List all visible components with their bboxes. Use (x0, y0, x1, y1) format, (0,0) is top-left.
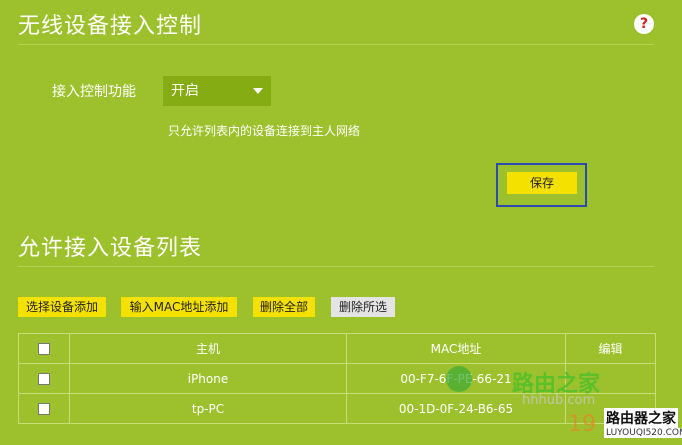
watermark-site-logo: 路由器之家 (604, 408, 678, 428)
section-divider (18, 44, 654, 45)
section-divider (18, 266, 654, 267)
header-edit: 编辑 (565, 333, 656, 364)
row-host: tp-PC (69, 393, 347, 424)
row-checkbox-cell (18, 363, 70, 394)
chevron-down-icon (253, 88, 263, 94)
mac-add-button[interactable]: 输入MAC地址添加 (121, 297, 237, 317)
header-host: 主机 (69, 333, 347, 364)
access-control-label: 接入控制功能 (52, 84, 136, 100)
delete-selected-button[interactable]: 删除所选 (331, 297, 395, 317)
section-title-access-control: 无线设备接入控制 (18, 14, 203, 39)
header-checkbox-cell (18, 333, 70, 364)
section-title-allowed-list: 允许接入设备列表 (18, 236, 203, 261)
watermark-number: 19 (568, 412, 596, 437)
delete-all-button[interactable]: 删除全部 (253, 297, 315, 317)
row-checkbox[interactable] (38, 403, 50, 415)
row-host: iPhone (69, 363, 347, 394)
table-header-row: 主机 MAC地址 编辑 (18, 333, 656, 364)
access-control-note: 只允许列表内的设备连接到主人网络 (168, 124, 361, 138)
help-icon[interactable]: ? (634, 14, 654, 34)
row-checkbox[interactable] (38, 373, 50, 385)
access-control-select-value: 开启 (171, 83, 199, 99)
watermark-site-url: LUYOUQI520.COM (604, 428, 682, 438)
select-all-checkbox[interactable] (38, 343, 50, 355)
select-device-add-button[interactable]: 选择设备添加 (18, 297, 106, 317)
access-control-select[interactable]: 开启 (163, 76, 271, 106)
header-mac: MAC地址 (346, 333, 566, 364)
watermark-logo-icon (446, 366, 472, 392)
row-checkbox-cell (18, 393, 70, 424)
watermark-url: hhhub.com (522, 393, 596, 408)
save-button[interactable]: 保存 (507, 172, 577, 194)
